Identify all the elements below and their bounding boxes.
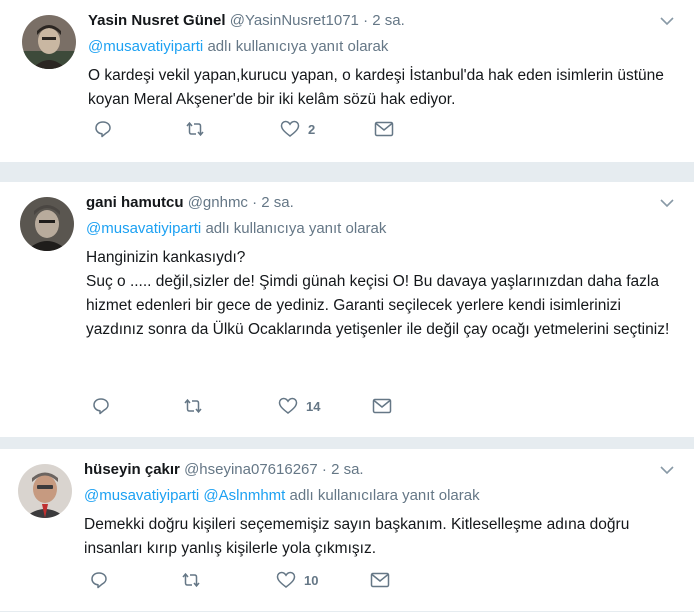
tweet-text-line: O kardeşi vekil yapan,kurucu yapan, o ka… — [88, 67, 664, 108]
reply-context-label: adlı kullanıcıya yanıt olarak — [207, 38, 389, 55]
tweet[interactable]: hüseyin çakır @hseyina07616267 · 2 sa. @… — [0, 449, 694, 612]
tweet-content: Yasin Nusret Günel @YasinNusret1071 · 2 … — [88, 10, 674, 112]
reply-button[interactable] — [92, 395, 110, 417]
chevron-down-icon[interactable] — [660, 196, 674, 210]
avatar[interactable] — [20, 197, 74, 251]
heart-icon — [276, 571, 296, 589]
user-handle[interactable]: @gnhmc — [188, 194, 248, 211]
heart-icon — [278, 397, 298, 415]
envelope-icon — [370, 572, 390, 588]
separator-dot: · — [363, 12, 369, 29]
direct-message-button[interactable] — [370, 569, 390, 591]
tweet[interactable]: gani hamutcu @gnhmc · 2 sa. @musavatiyip… — [0, 182, 694, 438]
direct-message-button[interactable] — [374, 118, 394, 140]
reply-context: @musavatiyiparti @Aslnmhmt adlı kullanıc… — [84, 485, 674, 507]
retweet-button[interactable] — [184, 118, 206, 140]
retweet-icon — [184, 120, 206, 138]
tweet[interactable]: Yasin Nusret Günel @YasinNusret1071 · 2 … — [0, 0, 694, 163]
avatar[interactable] — [18, 464, 72, 518]
reply-icon — [90, 571, 108, 589]
like-button[interactable]: 14 — [278, 395, 320, 417]
user-fullname[interactable]: hüseyin çakır — [84, 461, 180, 478]
tweet-text-line: Suç o ..... değil,sizler de! Şimdi günah… — [86, 273, 670, 338]
tweet-text: Hanginizin kankasıydı? Suç o ..... değil… — [86, 246, 674, 342]
retweet-icon — [182, 397, 204, 415]
tweet-text-line: Demekki doğru kişileri seçememişiz sayın… — [84, 516, 630, 557]
like-count: 2 — [308, 121, 316, 137]
user-fullname[interactable]: gani hamutcu — [86, 194, 184, 211]
envelope-icon — [372, 398, 392, 414]
tweet-header: hüseyin çakır @hseyina07616267 · 2 sa. — [84, 459, 674, 481]
direct-message-button[interactable] — [372, 395, 392, 417]
retweet-button[interactable] — [182, 395, 204, 417]
retweet-icon — [180, 571, 202, 589]
tweet-actions: 2 — [88, 118, 488, 140]
tweet-actions: 10 — [84, 569, 484, 591]
heart-icon — [280, 120, 300, 138]
tweet-actions: 14 — [86, 395, 486, 417]
envelope-icon — [374, 121, 394, 137]
mention-link[interactable]: @musavatiyiparti — [88, 38, 203, 55]
reply-icon — [94, 120, 112, 138]
like-count: 14 — [306, 398, 321, 414]
chevron-down-icon[interactable] — [660, 14, 674, 28]
tweet-header: Yasin Nusret Günel @YasinNusret1071 · 2 … — [88, 10, 674, 32]
reply-context-label: adlı kullanıcılara yanıt olarak — [289, 487, 480, 504]
reply-context-label: adlı kullanıcıya yanıt olarak — [205, 220, 387, 237]
reply-button[interactable] — [90, 569, 108, 591]
tweet-text-line: Hanginizin kankasıydı? — [86, 249, 246, 266]
timestamp[interactable]: 2 sa. — [261, 194, 294, 211]
tweet-content: gani hamutcu @gnhmc · 2 sa. @musavatiyip… — [86, 192, 674, 342]
tweet-header: gani hamutcu @gnhmc · 2 sa. — [86, 192, 674, 214]
tweet-text: Demekki doğru kişileri seçememişiz sayın… — [84, 513, 674, 561]
like-button[interactable]: 10 — [276, 569, 318, 591]
user-fullname[interactable]: Yasin Nusret Günel — [88, 12, 226, 29]
retweet-button[interactable] — [180, 569, 202, 591]
tweet-content: hüseyin çakır @hseyina07616267 · 2 sa. @… — [84, 459, 674, 561]
reply-context: @musavatiyiparti adlı kullanıcıya yanıt … — [86, 218, 674, 240]
reply-context: @musavatiyiparti adlı kullanıcıya yanıt … — [88, 36, 674, 58]
like-button[interactable]: 2 — [280, 118, 315, 140]
user-handle[interactable]: @hseyina07616267 — [184, 461, 318, 478]
chevron-down-icon[interactable] — [660, 463, 674, 477]
timestamp[interactable]: 2 sa. — [331, 461, 364, 478]
reply-button[interactable] — [94, 118, 112, 140]
separator-dot: · — [252, 194, 258, 211]
separator-dot: · — [321, 461, 327, 478]
reply-icon — [92, 397, 110, 415]
timestamp[interactable]: 2 sa. — [372, 12, 405, 29]
like-count: 10 — [304, 572, 319, 588]
mention-link[interactable]: @musavatiyiparti — [86, 220, 201, 237]
user-handle[interactable]: @YasinNusret1071 — [230, 12, 359, 29]
mention-link[interactable]: @musavatiyiparti @Aslnmhmt — [84, 487, 285, 504]
avatar[interactable] — [22, 15, 76, 69]
tweet-text: O kardeşi vekil yapan,kurucu yapan, o ka… — [88, 64, 674, 112]
timeline: Yasin Nusret Günel @YasinNusret1071 · 2 … — [0, 0, 694, 612]
